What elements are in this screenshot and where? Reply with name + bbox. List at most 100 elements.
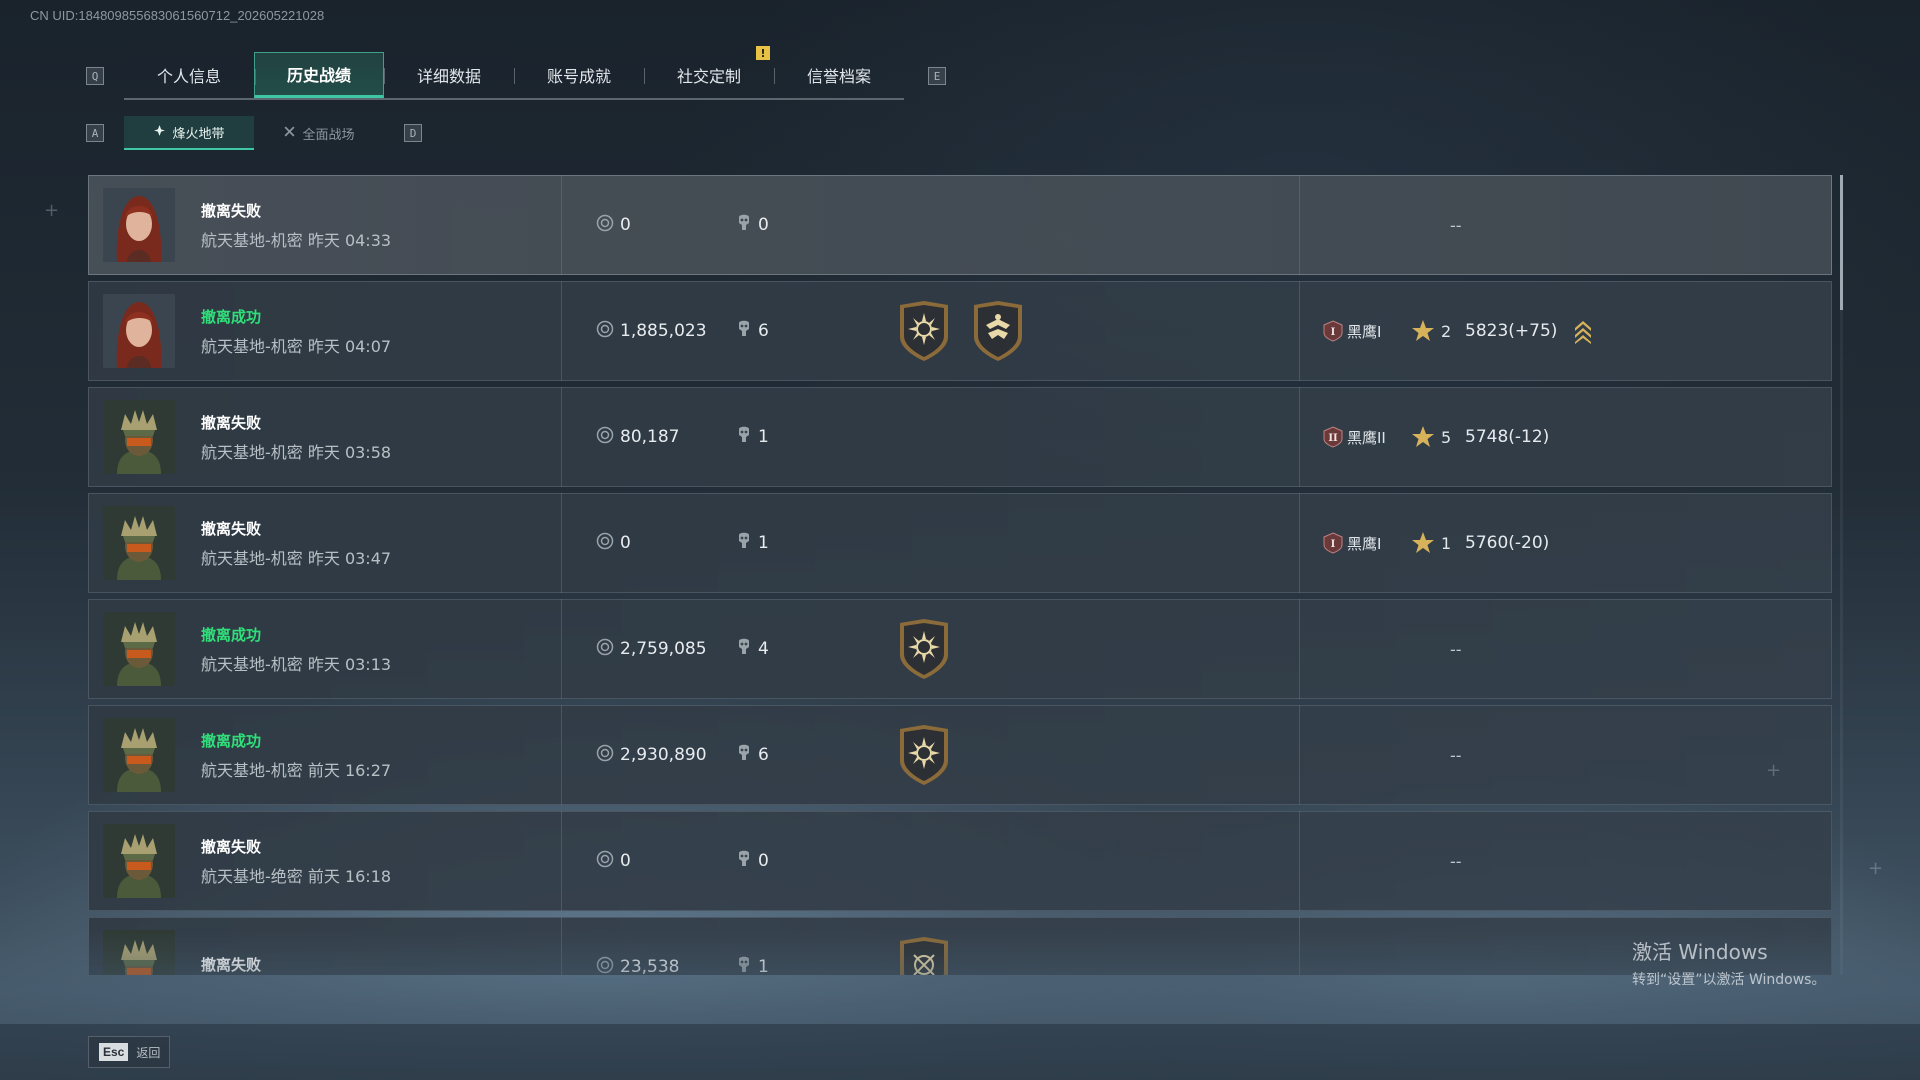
- rank-placeholder: --: [1450, 745, 1462, 765]
- operator-avatar: [103, 930, 175, 975]
- match-row[interactable]: 撤离成功航天基地-机密 昨天 04:07 1,885,023 6 I 黑鹰I 2 5823(…: [88, 281, 1832, 381]
- deco-plus-icon: +: [1766, 760, 1782, 781]
- money-icon: [596, 638, 614, 661]
- tab-2[interactable]: 详细数据: [384, 52, 514, 98]
- match-row[interactable]: 撤离失败航天基地-绝密 前天 16:18 0 0 --: [88, 811, 1832, 911]
- extraction-status: 撤离成功: [201, 307, 262, 326]
- money-icon: [596, 532, 614, 555]
- rank-column: I 黑鹰I 2 5823(+75): [1299, 281, 1831, 381]
- footer-bar: [0, 1024, 1920, 1080]
- operator-avatar: [103, 612, 175, 686]
- operations-icon: [153, 124, 166, 141]
- money-icon: [596, 850, 614, 873]
- tab-0[interactable]: 个人信息: [124, 52, 254, 98]
- operator-avatar: [103, 188, 175, 262]
- map-and-time: 航天基地-机密 昨天 04:07: [201, 336, 392, 356]
- match-history-list[interactable]: 撤离失败 航天基地-机密 昨天 04:33 0 0 -- 撤离成功 航天基地-机密 昨天 0…: [88, 175, 1832, 975]
- kills-value: 4: [758, 639, 769, 659]
- sun-medal-icon[interactable]: [896, 299, 952, 363]
- money-value: 23,538: [620, 957, 680, 975]
- sub-tab-label: 烽火地带: [172, 126, 225, 142]
- kills-value: 0: [758, 851, 769, 871]
- star-count: 2: [1441, 321, 1452, 341]
- sun-medal-icon[interactable]: [896, 617, 952, 681]
- rank-info: I 黑鹰I 1 5760(-20): [1322, 531, 1549, 555]
- kills-value: 6: [758, 321, 769, 341]
- map-and-time: 航天基地-机密 昨天 03:58: [201, 442, 392, 462]
- skull-icon: [736, 426, 752, 449]
- scroll-thumb[interactable]: [1840, 175, 1843, 310]
- sub-tab-label: 全面战场: [302, 127, 355, 143]
- rank-column: --: [1299, 599, 1831, 699]
- sub-tab-bar: A 烽火地带 全面战场 D: [86, 116, 422, 150]
- kills-stat: 6: [736, 320, 896, 343]
- sub-tab-strip: 烽火地带 全面战场: [124, 116, 384, 150]
- crosshair-medal-icon[interactable]: [896, 935, 952, 975]
- operator-avatar: [103, 824, 175, 898]
- extraction-status: 撤离失败: [201, 201, 262, 220]
- kills-value: 1: [758, 957, 769, 975]
- skull-icon: [736, 532, 752, 555]
- deco-plus-icon: +: [1868, 858, 1884, 879]
- operator-avatar: [103, 400, 175, 474]
- money-stat: 2,930,890: [596, 744, 736, 767]
- extraction-status: 撤离失败: [201, 837, 262, 856]
- windows-activation-watermark: 激活 Windows 转到“设置”以激活 Windows。: [1632, 936, 1825, 989]
- money-icon: [596, 426, 614, 449]
- money-value: 0: [620, 533, 631, 553]
- sun-medal-icon[interactable]: [896, 723, 952, 787]
- match-row[interactable]: 撤离成功 航天基地-机密 前天 16:27 2,930,890 6 --: [88, 705, 1832, 805]
- scrollbar[interactable]: [1840, 175, 1843, 975]
- tab-5[interactable]: 信誉档案: [774, 52, 904, 98]
- map-and-time: 航天基地-绝密 前天 16:18: [201, 866, 392, 886]
- rank-placeholder: --: [1450, 215, 1462, 235]
- match-row[interactable]: 撤离失败 航天基地-机密 昨天 03:58 80,187 1 II 黑鹰II 5 5748(-…: [88, 387, 1832, 487]
- match-info: 撤离成功 航天基地-机密 前天 16:27: [201, 730, 561, 781]
- tab-label: 详细数据: [416, 67, 481, 86]
- map-and-time: 航天基地-机密 昨天 04:33: [201, 230, 392, 250]
- notification-badge: !: [756, 46, 770, 60]
- match-row[interactable]: 撤离失败 航天基地-机密 昨天 04:33 0 0 --: [88, 175, 1832, 275]
- money-value: 1,885,023: [620, 321, 707, 341]
- match-row[interactable]: 撤离失败 23,538 1: [88, 917, 1832, 975]
- back-button[interactable]: Esc 返回: [88, 1036, 170, 1068]
- rank-info: II 黑鹰II 5 5748(-12): [1322, 425, 1549, 449]
- tab-1[interactable]: 历史战绩: [254, 52, 384, 98]
- match-info: 撤离失败航天基地-绝密 前天 16:18: [201, 836, 561, 887]
- skull-icon: [736, 320, 752, 343]
- star-icon: [1411, 531, 1435, 555]
- rank-column: --: [1299, 705, 1831, 805]
- rank-column: II 黑鹰II 5 5748(-12): [1299, 387, 1831, 487]
- column-divider: [561, 387, 562, 487]
- warfare-icon: [283, 125, 296, 142]
- money-stat: 1,885,023: [596, 320, 736, 343]
- column-divider: [561, 811, 562, 911]
- sub-tab-0[interactable]: 烽火地带: [124, 116, 254, 150]
- key-hint-a: A: [86, 124, 104, 142]
- rank-name: 黑鹰II: [1347, 428, 1386, 447]
- rank-badge-icon: II: [1322, 426, 1344, 448]
- operator-avatar: [103, 294, 175, 368]
- column-divider: [561, 493, 562, 593]
- kills-value: 1: [758, 427, 769, 447]
- money-value: 0: [620, 851, 631, 871]
- rank-column: --: [1299, 175, 1831, 275]
- operator-avatar: [103, 718, 175, 792]
- star-icon: [1411, 425, 1435, 449]
- match-row[interactable]: 撤离成功 航天基地-机密 昨天 03:13 2,759,085 4 --: [88, 599, 1832, 699]
- money-value: 2,759,085: [620, 639, 707, 659]
- tab-3[interactable]: 账号成就: [514, 52, 644, 98]
- match-row[interactable]: 撤离失败 航天基地-机密 昨天 03:47 0 1 I 黑鹰I 1 5760(-20): [88, 493, 1832, 593]
- sub-tab-1[interactable]: 全面战场: [254, 116, 384, 150]
- eagle-medal-icon[interactable]: [970, 299, 1026, 363]
- money-stat: 80,187: [596, 426, 736, 449]
- skull-icon: [736, 638, 752, 661]
- tab-label: 社交定制: [676, 67, 741, 86]
- skull-icon: [736, 956, 752, 976]
- rank-placeholder: --: [1450, 639, 1462, 659]
- column-divider: [561, 281, 562, 381]
- tab-4[interactable]: 社交定制!: [644, 46, 774, 98]
- rank-column: --: [1299, 811, 1831, 911]
- star-count: 1: [1441, 533, 1452, 553]
- column-divider: [561, 599, 562, 699]
